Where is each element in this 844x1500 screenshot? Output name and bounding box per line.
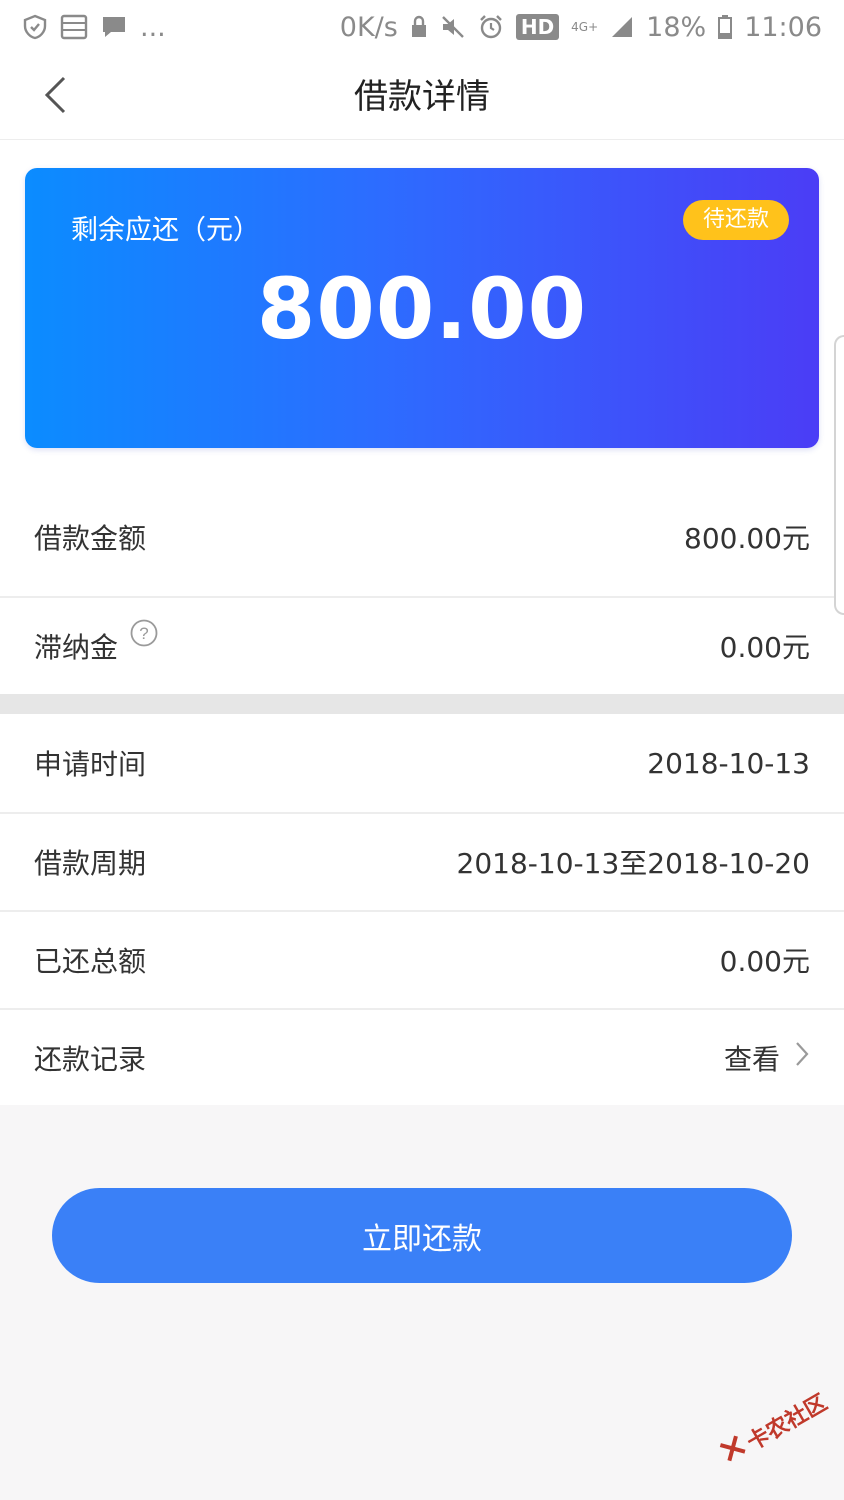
watermark: 卡农社区 [716, 1385, 832, 1471]
loan-period-row: 借款周期 2018-10-13至2018-10-20 [0, 812, 844, 910]
scroll-handle[interactable] [834, 335, 844, 615]
network-type: 4G+ [571, 20, 599, 34]
repaid-total-value: 0.00元 [719, 945, 810, 978]
lock-icon [410, 15, 428, 39]
remaining-amount: 800.00 [256, 260, 588, 358]
clock-time: 11:06 [744, 11, 822, 43]
repaid-total-row: 已还总额 0.00元 [0, 910, 844, 1008]
repay-now-button[interactable]: 立即还款 [52, 1188, 792, 1283]
loan-amount-value: 800.00元 [684, 522, 810, 555]
loan-period-label: 借款周期 [34, 847, 147, 880]
status-bar-left: ... [22, 12, 166, 43]
help-icon[interactable]: ? [130, 619, 158, 647]
security-shield-icon [22, 14, 48, 40]
status-badge: 待还款 [682, 200, 789, 240]
loan-period-value: 2018-10-13至2018-10-20 [456, 847, 810, 880]
alarm-icon [478, 14, 504, 40]
late-fee-label: 滞纳金 [34, 631, 119, 664]
late-fee-row: 滞纳金 ? 0.00元 [0, 596, 844, 694]
signal-icon [610, 15, 634, 39]
remaining-balance-card: 剩余应还（元） 待还款 800.00 [25, 168, 819, 448]
late-fee-label-group: 滞纳金 ? [34, 619, 158, 666]
apply-time-row: 申请时间 2018-10-13 [0, 714, 844, 812]
status-bar: ... 0K/s HD 4G+ 18% 11:06 [0, 0, 844, 54]
nav-header: 借款详情 [0, 54, 844, 140]
battery-percent: 18% [646, 11, 707, 43]
network-speed: 0K/s [339, 11, 398, 43]
svg-text:?: ? [139, 624, 148, 643]
hd-badge: HD [515, 14, 560, 40]
storage-icon [60, 14, 88, 40]
remaining-label: 剩余应还（元） [71, 215, 260, 246]
repayment-records-label: 还款记录 [34, 1042, 147, 1076]
chevron-right-icon [794, 1040, 810, 1075]
watermark-text: 卡农社区 [743, 1390, 832, 1456]
view-records-text: 查看 [723, 1042, 780, 1076]
repaid-total-label: 已还总额 [34, 945, 147, 978]
view-records-link[interactable]: 查看 [724, 1038, 810, 1078]
apply-time-value: 2018-10-13 [647, 746, 810, 780]
page-title: 借款详情 [354, 77, 490, 117]
status-bar-right: 0K/s HD 4G+ 18% 11:06 [340, 12, 822, 43]
loan-detail-content: 剩余应还（元） 待还款 800.00 借款金额 800.00元 滞纳金 ? 0.… [0, 140, 844, 1105]
mute-icon [440, 15, 466, 39]
repayment-records-row[interactable]: 还款记录 查看 [0, 1008, 844, 1105]
loan-amount-label: 借款金额 [34, 522, 147, 555]
battery-icon [718, 15, 733, 39]
late-fee-value: 0.00元 [719, 631, 810, 664]
section-divider [0, 694, 844, 714]
message-icon [100, 14, 128, 40]
more-indicator: ... [140, 11, 166, 43]
apply-time-label: 申请时间 [34, 748, 147, 781]
loan-amount-row: 借款金额 800.00元 [0, 478, 844, 596]
